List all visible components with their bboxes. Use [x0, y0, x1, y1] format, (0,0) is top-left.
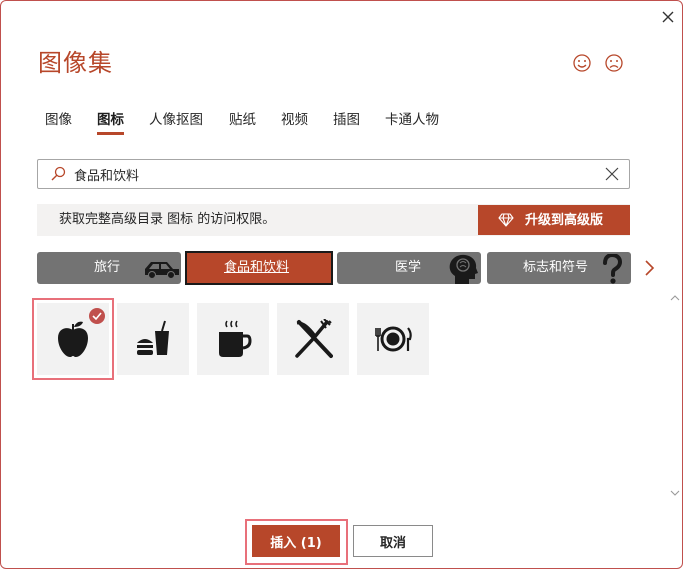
- icon-tile-coffee[interactable]: [197, 303, 269, 375]
- selected-check-icon: [89, 308, 105, 324]
- dialog-title: 图像集: [38, 49, 113, 77]
- search-input[interactable]: [74, 160, 594, 188]
- upgrade-button-label: 升级到高级版: [525, 212, 604, 227]
- fork-knife-icon: [295, 319, 333, 358]
- search-box: [37, 159, 630, 189]
- plate-cutlery-icon: [375, 326, 412, 352]
- category-medical[interactable]: 医学: [337, 252, 481, 284]
- close-icon[interactable]: [658, 7, 678, 27]
- question-mark-icon: [603, 254, 623, 284]
- upgrade-button[interactable]: 升级到高级版: [478, 205, 630, 235]
- category-label: 食品和饮料: [224, 260, 290, 275]
- car-icon: [145, 262, 179, 279]
- insert-button[interactable]: 插入 (1): [252, 525, 340, 557]
- tab-images[interactable]: 图像: [45, 109, 72, 135]
- brain-head-icon: [449, 254, 478, 284]
- icon-tile-plate[interactable]: [357, 303, 429, 375]
- icon-tile-apple[interactable]: [32, 298, 114, 380]
- category-label: 旅行: [94, 260, 121, 275]
- tab-stickers[interactable]: 贴纸: [229, 109, 256, 135]
- category-travel[interactable]: 旅行: [37, 252, 181, 284]
- apple-icon: [58, 321, 88, 357]
- category-food-drink[interactable]: 食品和饮料: [185, 251, 333, 285]
- icon-tile-fast-food[interactable]: [117, 303, 189, 375]
- scroll-up-arrow-icon[interactable]: [670, 294, 680, 302]
- search-icon: [51, 166, 66, 181]
- cancel-button[interactable]: 取消: [353, 525, 433, 557]
- category-label: 医学: [395, 260, 422, 275]
- clear-search-icon[interactable]: [605, 167, 619, 181]
- premium-banner-text: 获取完整高级目录 图标 的访问权限。: [59, 212, 276, 227]
- scroll-down-arrow-icon[interactable]: [670, 489, 680, 497]
- tab-videos[interactable]: 视频: [281, 109, 308, 135]
- diamond-icon: [498, 213, 514, 227]
- fast-food-icon: [137, 320, 169, 355]
- tab-illustrations[interactable]: 插图: [333, 109, 360, 135]
- category-signs-symbols[interactable]: 标志和符号: [487, 252, 631, 284]
- category-label: 标志和符号: [523, 260, 589, 275]
- icon-tile-fork-knife[interactable]: [277, 303, 349, 375]
- tab-cartoon-people[interactable]: 卡通人物: [385, 109, 439, 135]
- icon-library-dialog: 图像集 图像 图标 人像抠图 贴纸 视频 插图 卡通人物 获取完整高级目录 图标…: [0, 0, 683, 569]
- premium-banner: 获取完整高级目录 图标 的访问权限。 升级到高级版: [37, 204, 630, 236]
- tab-icons[interactable]: 图标: [97, 109, 124, 135]
- frown-icon[interactable]: [604, 53, 624, 73]
- coffee-mug-icon: [219, 320, 252, 357]
- tab-cutout-people[interactable]: 人像抠图: [149, 109, 203, 135]
- chevron-right-icon[interactable]: [642, 259, 656, 277]
- smiley-icon[interactable]: [572, 53, 592, 73]
